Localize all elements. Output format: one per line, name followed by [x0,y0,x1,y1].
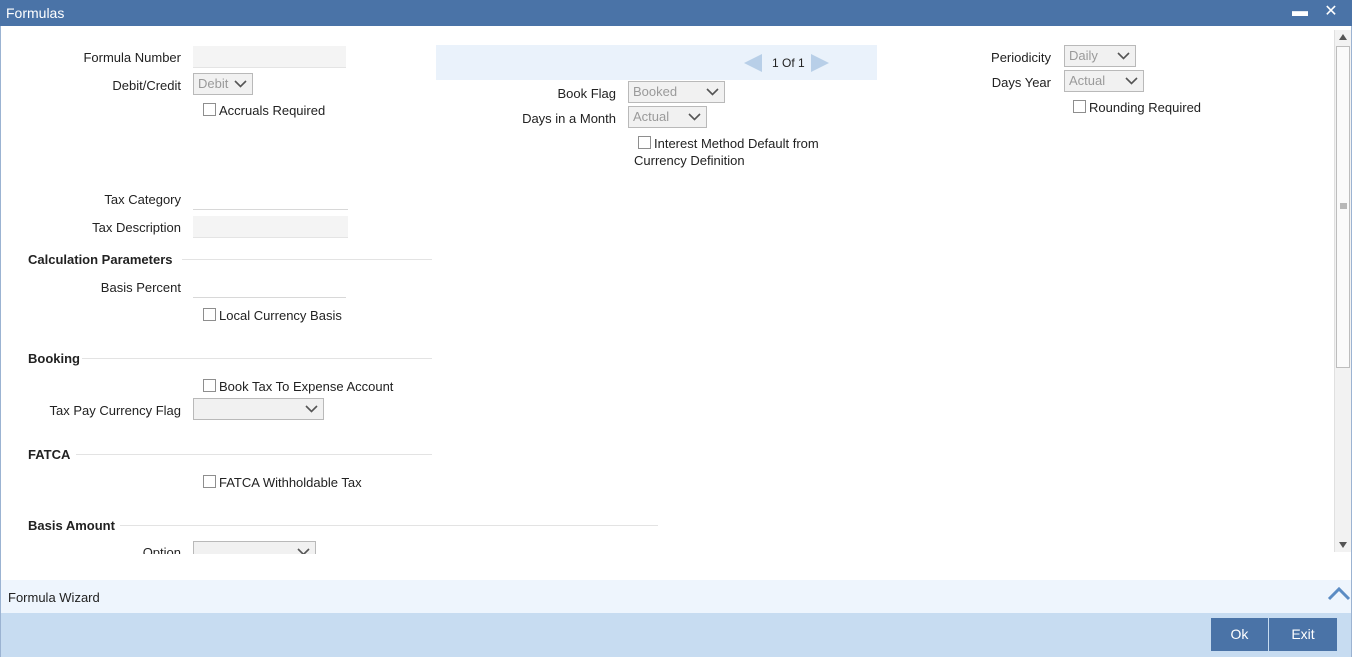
chevron-down-icon [297,548,310,554]
days-year-value: Actual [1069,73,1106,88]
booking-heading: Booking [28,351,80,366]
tax-description-label: Tax Description [92,220,181,235]
accruals-required-label: Accruals Required [219,103,326,118]
basis-amount-divider [120,525,658,526]
rounding-required-label: Rounding Required [1089,100,1202,115]
interest-method-label-line1: Interest Method Default from [654,136,819,151]
book-flag-value: Booked [633,84,678,99]
periodicity-label: Periodicity [991,50,1051,65]
debit-credit-value: Debit [198,76,229,91]
periodicity-value: Daily [1069,48,1098,63]
tax-description-field[interactable] [193,216,348,238]
days-year-select[interactable]: Actual [1064,70,1144,92]
fatca-withholdable-label: FATCA Withholdable Tax [219,475,362,490]
exit-button[interactable]: Exit [1269,618,1337,651]
record-pager: 1 Of 1 [436,45,877,80]
formula-wizard-label: Formula Wizard [8,590,100,605]
formula-number-label: Formula Number [83,50,181,65]
debit-credit-select[interactable]: Debit [193,73,253,95]
next-record-icon[interactable] [809,53,831,73]
option-select[interactable] [193,541,316,554]
calculation-divider [182,259,432,260]
tax-pay-currency-flag-select[interactable] [193,398,324,420]
periodicity-select[interactable]: Daily [1064,45,1136,67]
ok-button[interactable]: Ok [1211,618,1268,651]
days-year-label: Days Year [991,75,1051,90]
tax-category-field[interactable] [193,188,348,210]
chevron-down-icon [1117,52,1130,60]
fatca-divider [76,454,432,455]
chevron-down-icon [706,88,719,96]
scroll-down-icon[interactable] [1339,542,1347,548]
title-bar: Formulas ▬ ✕ [0,0,1352,26]
days-in-month-value: Actual [633,109,670,124]
pager-text: 1 Of 1 [772,56,805,70]
basis-percent-label: Basis Percent [100,280,181,295]
rounding-required-checkbox[interactable] [1073,100,1086,113]
footer-bar [1,613,1351,657]
previous-record-icon[interactable] [742,53,764,73]
window-title: Formulas [6,5,65,21]
chevron-down-icon [1125,77,1138,85]
local-currency-basis-checkbox[interactable] [203,308,216,321]
book-flag-label: Book Flag [557,86,616,101]
accruals-required-checkbox[interactable] [203,103,216,116]
fatca-heading: FATCA [28,447,71,462]
scrollbar-thumb[interactable] [1336,46,1350,368]
booking-divider [82,358,432,359]
interest-method-checkbox[interactable] [638,136,651,149]
days-in-month-label: Days in a Month [522,111,616,126]
calculation-parameters-heading: Calculation Parameters [28,252,173,267]
basis-amount-heading: Basis Amount [28,518,115,533]
option-label: Option [142,545,181,554]
book-flag-select[interactable]: Booked [628,81,725,103]
interest-method-label-line2: Currency Definition [634,153,745,168]
tax-pay-currency-flag-label: Tax Pay Currency Flag [49,403,182,418]
minimize-icon[interactable]: ▬ [1290,2,1310,22]
chevron-down-icon [305,405,318,413]
local-currency-basis-label: Local Currency Basis [219,308,342,323]
chevron-up-icon[interactable] [1327,586,1351,602]
scroll-up-icon[interactable] [1339,34,1347,40]
vertical-scrollbar[interactable] [1334,30,1351,552]
days-in-month-select[interactable]: Actual [628,106,707,128]
fatca-withholdable-checkbox[interactable] [203,475,216,488]
book-tax-expense-label: Book Tax To Expense Account [219,379,394,394]
formula-number-field[interactable] [193,46,346,68]
book-tax-expense-checkbox[interactable] [203,379,216,392]
tax-category-label: Tax Category [104,192,181,207]
chevron-down-icon [688,113,701,121]
option-row-clip: Option [0,538,1334,554]
close-icon[interactable]: ✕ [1321,2,1341,22]
basis-percent-field[interactable] [193,276,346,298]
debit-credit-label: Debit/Credit [112,78,181,93]
formula-wizard-bar[interactable]: Formula Wizard [1,580,1351,613]
grip-icon [1340,203,1347,209]
chevron-down-icon [234,80,247,88]
